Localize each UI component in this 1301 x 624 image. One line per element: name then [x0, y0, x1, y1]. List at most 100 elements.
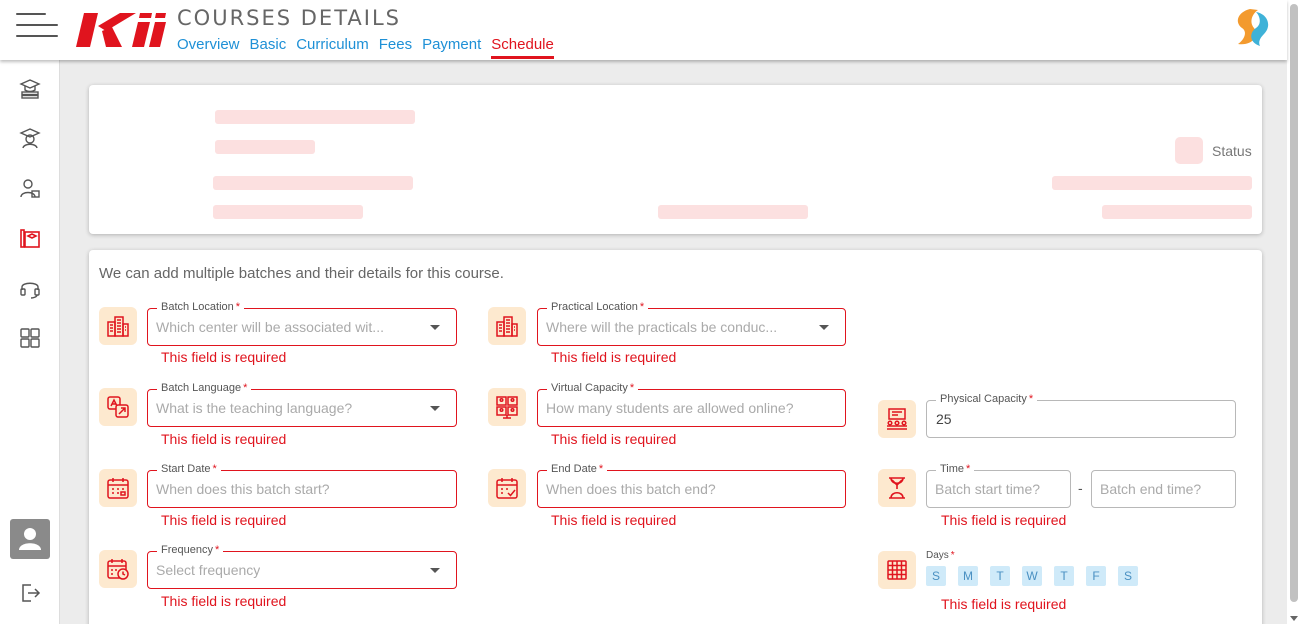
frequency-placeholder: Select frequency [156, 562, 261, 578]
tab-bar: Overview Basic Curriculum Fees Payment S… [177, 36, 554, 59]
start-date-input[interactable]: Start Date * When does this batch start? [147, 463, 457, 508]
calendar-clock-icon [107, 559, 129, 580]
day-thursday[interactable]: T [1054, 566, 1074, 586]
time-end-placeholder: Batch end time? [1100, 481, 1202, 497]
batch-language-select[interactable]: Batch Language * What is the teaching lan… [147, 382, 457, 427]
practical-location-placeholder: Where will the practicals be conduc... [546, 319, 778, 335]
tab-overview[interactable]: Overview [177, 36, 240, 59]
virtual-capacity-label: Virtual Capacity * [547, 382, 639, 394]
batch-location-select[interactable]: Batch Location * Which center will be ass… [147, 301, 457, 346]
courses-icon[interactable] [18, 76, 42, 100]
chevron-down-icon[interactable] [430, 406, 440, 411]
top-header: COURSES DETAILS Overview Basic Curriculu… [0, 0, 1287, 60]
user-info-icon[interactable] [18, 176, 42, 200]
tab-payment[interactable]: Payment [422, 36, 481, 59]
day-tuesday[interactable]: T [990, 566, 1010, 586]
kii-logo [76, 13, 166, 47]
status-toggle[interactable] [1175, 137, 1203, 164]
day-saturday[interactable]: S [1118, 566, 1138, 586]
translate-icon [107, 396, 129, 418]
skeleton-line [1052, 176, 1252, 190]
day-wednesday[interactable]: W [1022, 566, 1042, 586]
grid-calendar-icon [887, 560, 907, 580]
chevron-down-icon[interactable] [430, 325, 440, 330]
page-scrollbar[interactable] [1287, 0, 1301, 624]
skeleton-line [215, 110, 415, 124]
skeleton-line [213, 176, 413, 190]
practical-location-error: This field is required [551, 349, 677, 365]
time-label: Time * [936, 463, 975, 475]
user-avatar-icon [19, 528, 41, 550]
physical-capacity-input[interactable]: Physical Capacity * 25 [926, 393, 1236, 438]
calendar-check-icon-box [488, 469, 526, 507]
practical-location-select[interactable]: Practical Location * Where will the pract… [537, 301, 846, 346]
tab-basic[interactable]: Basic [250, 36, 287, 59]
dashboard-grid-icon[interactable] [18, 326, 42, 350]
calendar-icon [107, 478, 129, 499]
tab-fees[interactable]: Fees [379, 36, 412, 59]
batch-location-placeholder: Which center will be associated wit... [156, 319, 384, 335]
classroom-icon [887, 408, 907, 430]
logout-icon[interactable] [18, 581, 42, 605]
virtual-class-icon-box [488, 388, 526, 426]
chevron-down-icon[interactable] [819, 325, 829, 330]
chevron-down-icon[interactable] [430, 568, 440, 573]
physical-capacity-value: 25 [936, 411, 952, 427]
hourglass-icon-box [878, 469, 916, 507]
graduate-icon[interactable] [18, 126, 42, 150]
skeleton-line [213, 205, 363, 219]
schedule-intro-text: We can add multiple batches and their de… [99, 265, 504, 282]
building-icon-box [99, 307, 137, 345]
frequency-label: Frequency * [157, 544, 224, 556]
virtual-class-icon [496, 396, 518, 419]
start-date-placeholder: When does this batch start? [156, 481, 330, 497]
days-selector: S M T W T F S [926, 566, 1138, 586]
skeleton-line [658, 205, 808, 219]
schedule-form-card: We can add multiple batches and their de… [89, 250, 1262, 624]
days-error: This field is required [941, 596, 1067, 612]
scroll-down-arrow-icon[interactable] [1290, 616, 1298, 621]
skeleton-line [215, 140, 315, 154]
batch-location-label: Batch Location * [157, 301, 245, 313]
avatar[interactable] [10, 519, 50, 559]
building-icon [496, 316, 518, 337]
page-title: COURSES DETAILS [177, 6, 401, 30]
brand-icon [1237, 9, 1269, 46]
end-date-input[interactable]: End Date * When does this batch end? [537, 463, 846, 508]
time-end-input[interactable]: Batch end time? [1091, 470, 1236, 508]
virtual-capacity-input[interactable]: Virtual Capacity * How many students are … [537, 382, 846, 427]
scrollbar-thumb[interactable] [1290, 4, 1298, 602]
skeleton-line [1102, 205, 1252, 219]
grid-calendar-icon-box [878, 551, 916, 589]
status-label: Status [1212, 143, 1252, 159]
headset-icon[interactable] [18, 276, 42, 300]
building-icon [107, 316, 129, 337]
day-friday[interactable]: F [1086, 566, 1106, 586]
time-error: This field is required [941, 512, 1067, 528]
start-date-error: This field is required [161, 512, 287, 528]
frequency-error: This field is required [161, 593, 287, 609]
course-overview-card: Status [89, 85, 1262, 234]
menu-icon[interactable] [16, 13, 58, 39]
end-date-error: This field is required [551, 512, 677, 528]
virtual-capacity-error: This field is required [551, 431, 677, 447]
course-book-icon[interactable] [18, 226, 42, 250]
calendar-clock-icon-box [99, 550, 137, 588]
frequency-select[interactable]: Frequency * Select frequency [147, 544, 457, 589]
days-label: Days * [926, 550, 955, 561]
building-icon-box [488, 307, 526, 345]
hourglass-icon [889, 477, 905, 499]
tab-curriculum[interactable]: Curriculum [296, 36, 369, 59]
translate-icon-box [99, 388, 137, 426]
practical-location-label: Practical Location * [547, 301, 649, 313]
batch-language-placeholder: What is the teaching language? [156, 400, 353, 416]
day-monday[interactable]: M [958, 566, 978, 586]
time-start-input[interactable]: Time * Batch start time? [926, 463, 1071, 508]
batch-location-error: This field is required [161, 349, 287, 365]
day-sunday[interactable]: S [926, 566, 946, 586]
batch-language-error: This field is required [161, 431, 287, 447]
end-date-label: End Date * [547, 463, 608, 475]
classroom-icon-box [878, 400, 916, 438]
tab-schedule[interactable]: Schedule [491, 36, 554, 59]
start-date-label: Start Date * [157, 463, 221, 475]
